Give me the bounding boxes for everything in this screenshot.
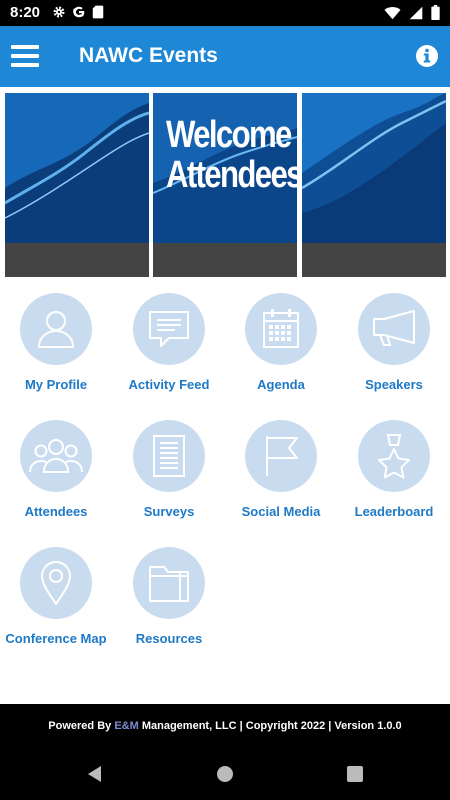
back-icon[interactable] bbox=[85, 764, 105, 784]
hamburger-menu-icon[interactable] bbox=[11, 43, 39, 69]
medal-star-icon bbox=[378, 434, 410, 479]
welcome-text: Welcome Attendees bbox=[165, 114, 297, 196]
sd-card-icon bbox=[92, 5, 104, 19]
footer-brand: E&M bbox=[114, 720, 139, 732]
footer: Powered By E&M Management, LLC | Copyrig… bbox=[0, 704, 450, 748]
menu-item-label: Speakers bbox=[365, 377, 423, 392]
footer-suffix: Management, LLC | Copyright 2022 | Versi… bbox=[138, 720, 402, 732]
recents-icon[interactable] bbox=[345, 764, 365, 784]
info-icon[interactable] bbox=[415, 44, 439, 68]
menu-item-resources[interactable]: Resources bbox=[114, 547, 224, 667]
menu-item-label: Agenda bbox=[257, 377, 305, 392]
banner-panel-center: Welcome Attendees bbox=[153, 93, 297, 277]
welcome-line-2: Attendees bbox=[165, 154, 297, 196]
menu-item-social-media[interactable]: Social Media bbox=[226, 420, 336, 540]
icon-circle bbox=[20, 547, 92, 619]
app-bar: NAWC Events bbox=[0, 26, 450, 87]
banner-panel-left bbox=[5, 93, 149, 277]
icon-circle bbox=[358, 293, 430, 365]
icon-circle bbox=[245, 293, 317, 365]
water-splash-image bbox=[5, 93, 149, 243]
google-icon bbox=[73, 6, 85, 18]
icon-circle bbox=[133, 293, 205, 365]
icon-circle bbox=[133, 547, 205, 619]
menu-item-label: My Profile bbox=[24, 377, 88, 392]
menu-item-label: Attendees bbox=[24, 504, 88, 519]
document-icon bbox=[153, 435, 185, 477]
flag-icon bbox=[266, 436, 298, 476]
signal-icon bbox=[409, 6, 423, 19]
menu-item-activity-feed[interactable]: Activity Feed bbox=[114, 293, 224, 413]
wifi-icon bbox=[384, 6, 401, 19]
menu-item-label: Surveys bbox=[143, 504, 195, 519]
icon-circle bbox=[20, 420, 92, 492]
home-icon[interactable] bbox=[215, 764, 235, 784]
icon-circle bbox=[20, 293, 92, 365]
icon-circle bbox=[133, 420, 205, 492]
icon-circle bbox=[358, 420, 430, 492]
status-time: 8:20 bbox=[10, 4, 41, 21]
megaphone-icon bbox=[373, 310, 415, 346]
menu-item-label: Conference Map bbox=[5, 631, 107, 646]
water-splash-image bbox=[302, 93, 446, 243]
menu-item-conference-map[interactable]: Conference Map bbox=[1, 547, 111, 667]
chat-bubble-icon bbox=[149, 311, 189, 347]
menu-item-speakers[interactable]: Speakers bbox=[339, 293, 449, 413]
group-icon bbox=[29, 439, 83, 473]
battery-icon bbox=[431, 5, 440, 20]
calendar-icon bbox=[263, 309, 299, 348]
welcome-line-1: Welcome bbox=[165, 114, 292, 156]
system-nav-bar bbox=[0, 748, 450, 800]
profile-icon bbox=[37, 311, 75, 348]
icon-circle bbox=[245, 420, 317, 492]
menu-item-label: Leaderboard bbox=[354, 504, 434, 519]
map-pin-icon bbox=[41, 561, 71, 605]
menu-item-label: Resources bbox=[135, 631, 203, 646]
menu-item-attendees[interactable]: Attendees bbox=[1, 420, 111, 540]
menu-item-surveys[interactable]: Surveys bbox=[114, 420, 224, 540]
menu-item-leaderboard[interactable]: Leaderboard bbox=[339, 420, 449, 540]
footer-prefix: Powered By bbox=[48, 720, 115, 732]
folder-icon bbox=[149, 566, 189, 602]
status-bar: 8:20 bbox=[0, 0, 450, 26]
settings-icon bbox=[53, 6, 65, 18]
menu-item-label: Activity Feed bbox=[128, 377, 210, 392]
menu-item-agenda[interactable]: Agenda bbox=[226, 293, 336, 413]
app-title: NAWC Events bbox=[79, 44, 218, 67]
menu-item-my-profile[interactable]: My Profile bbox=[1, 293, 111, 413]
menu-item-label: Social Media bbox=[241, 504, 321, 519]
banner-panel-right bbox=[302, 93, 446, 277]
